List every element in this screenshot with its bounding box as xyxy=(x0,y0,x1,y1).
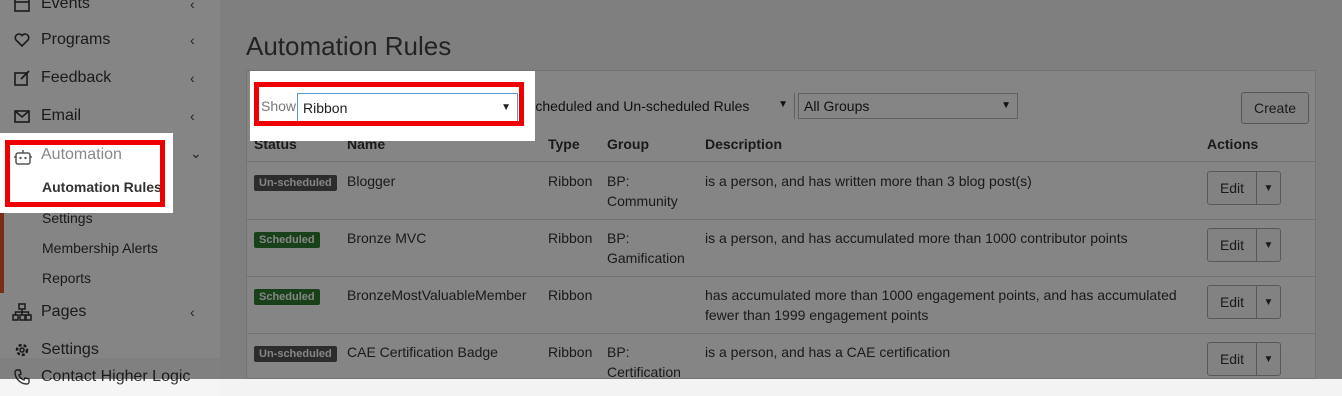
rule-description: has accumulated more than 1000 engagemen… xyxy=(705,287,1177,303)
edit-button[interactable]: Edit xyxy=(1208,229,1257,261)
envelope-icon xyxy=(12,106,32,126)
sidebar-item-label: Contact Higher Logic xyxy=(41,368,191,385)
column-header-actions: Actions xyxy=(1207,136,1259,152)
chevron-left-icon: ‹ xyxy=(190,70,195,86)
heart-icon xyxy=(12,30,32,50)
edit-button-group: Edit ▼ xyxy=(1207,228,1281,262)
highlight-show-filter: Show Ribbon ▼ xyxy=(250,71,535,141)
sidebar-item-label: Events xyxy=(41,0,90,12)
edit-button-group: Edit ▼ xyxy=(1207,171,1281,205)
rule-name[interactable]: CAE Certification Badge xyxy=(347,342,498,362)
status-badge: Scheduled xyxy=(254,289,320,305)
edit-button[interactable]: Edit xyxy=(1208,343,1257,375)
rule-group: BP: xyxy=(607,344,630,360)
row-divider xyxy=(246,219,1316,220)
sidebar-item-events[interactable]: Events ‹ xyxy=(0,0,220,23)
group-filter-value: All Groups xyxy=(804,98,870,114)
status-badge: Scheduled xyxy=(254,232,320,248)
chevron-left-icon: ‹ xyxy=(190,0,195,12)
schedule-filter-value: Scheduled and Un-scheduled Rules xyxy=(526,98,750,114)
highlight-frame xyxy=(5,140,165,207)
row-divider xyxy=(246,161,1316,162)
rule-type: Ribbon xyxy=(548,173,593,189)
group-filter-select[interactable]: All Groups ▼ xyxy=(798,93,1018,119)
rule-type: Ribbon xyxy=(548,230,593,246)
rule-group: Gamification xyxy=(607,250,685,266)
highlight-automation-nav: Automation Automation Rules xyxy=(0,133,173,213)
sidebar-item-label: Pages xyxy=(41,303,87,320)
sidebar-item-label: Email xyxy=(41,107,82,124)
sidebar-item-feedback[interactable]: Feedback ‹ xyxy=(0,59,220,97)
column-header-description: Description xyxy=(705,136,783,152)
schedule-filter-select[interactable]: Scheduled and Un-scheduled Rules ▼ xyxy=(521,93,795,119)
row-divider xyxy=(246,333,1316,334)
highlight-frame xyxy=(254,82,524,126)
chevron-left-icon: ‹ xyxy=(190,304,195,320)
caret-down-icon: ▼ xyxy=(778,99,788,110)
row-divider xyxy=(246,276,1316,277)
sidebar-subitem-reports[interactable]: Reports xyxy=(42,270,91,286)
chevron-down-icon[interactable]: ⌄ xyxy=(190,145,202,162)
phone-icon xyxy=(12,367,32,387)
sidebar-subitem-membership-alerts[interactable]: Membership Alerts xyxy=(42,240,158,256)
column-header-type: Type xyxy=(548,136,580,152)
rule-type: Ribbon xyxy=(548,344,593,360)
gear-icon xyxy=(12,340,32,360)
caret-down-icon[interactable]: ▼ xyxy=(1257,172,1280,204)
sidebar-item-pages[interactable]: Pages ‹ xyxy=(0,293,220,331)
sidebar-item-label: Programs xyxy=(41,31,111,48)
page-title: Automation Rules xyxy=(246,31,452,62)
chevron-left-icon: ‹ xyxy=(190,108,195,124)
rule-group: Certification xyxy=(607,364,681,380)
sitemap-icon xyxy=(12,302,32,322)
rule-name[interactable]: BronzeMostValuableMember xyxy=(347,285,527,305)
rule-description: is a person, and has accumulated more th… xyxy=(705,230,1128,246)
edit-button-group: Edit ▼ xyxy=(1207,342,1281,376)
chevron-left-icon: ‹ xyxy=(190,32,195,48)
rule-group: BP: xyxy=(607,173,630,189)
status-badge: Un-scheduled xyxy=(254,346,337,362)
rule-description: is a person, and has a CAE certification xyxy=(705,344,951,360)
caret-down-icon[interactable]: ▼ xyxy=(1257,286,1280,318)
status-badge: Un-scheduled xyxy=(254,175,337,191)
rule-type: Ribbon xyxy=(548,287,593,303)
rule-name[interactable]: Bronze MVC xyxy=(347,228,426,248)
sidebar-item-label: Feedback xyxy=(41,69,112,86)
caret-down-icon: ▼ xyxy=(1001,100,1011,111)
sidebar-item-label: Settings xyxy=(41,341,99,358)
edit-icon xyxy=(12,68,32,88)
rule-description: fewer than 1999 engagement points xyxy=(705,307,929,323)
rule-group: Community xyxy=(607,193,678,209)
sidebar-item-contact[interactable]: Contact Higher Logic xyxy=(0,358,220,396)
create-button[interactable]: Create xyxy=(1241,92,1309,124)
calendar-icon xyxy=(12,0,32,14)
rule-description: is a person, and has written more than 3… xyxy=(705,173,1032,189)
edit-button-group: Edit ▼ xyxy=(1207,285,1281,319)
caret-down-icon[interactable]: ▼ xyxy=(1257,229,1280,261)
caret-down-icon[interactable]: ▼ xyxy=(1257,343,1280,375)
column-header-group: Group xyxy=(607,136,649,152)
rule-name[interactable]: Blogger xyxy=(347,171,395,191)
edit-button[interactable]: Edit xyxy=(1208,172,1257,204)
edit-button[interactable]: Edit xyxy=(1208,286,1257,318)
sidebar-item-email[interactable]: Email ‹ xyxy=(0,97,220,135)
rule-group: BP: xyxy=(607,230,630,246)
sidebar-item-programs[interactable]: Programs ‹ xyxy=(0,21,220,59)
